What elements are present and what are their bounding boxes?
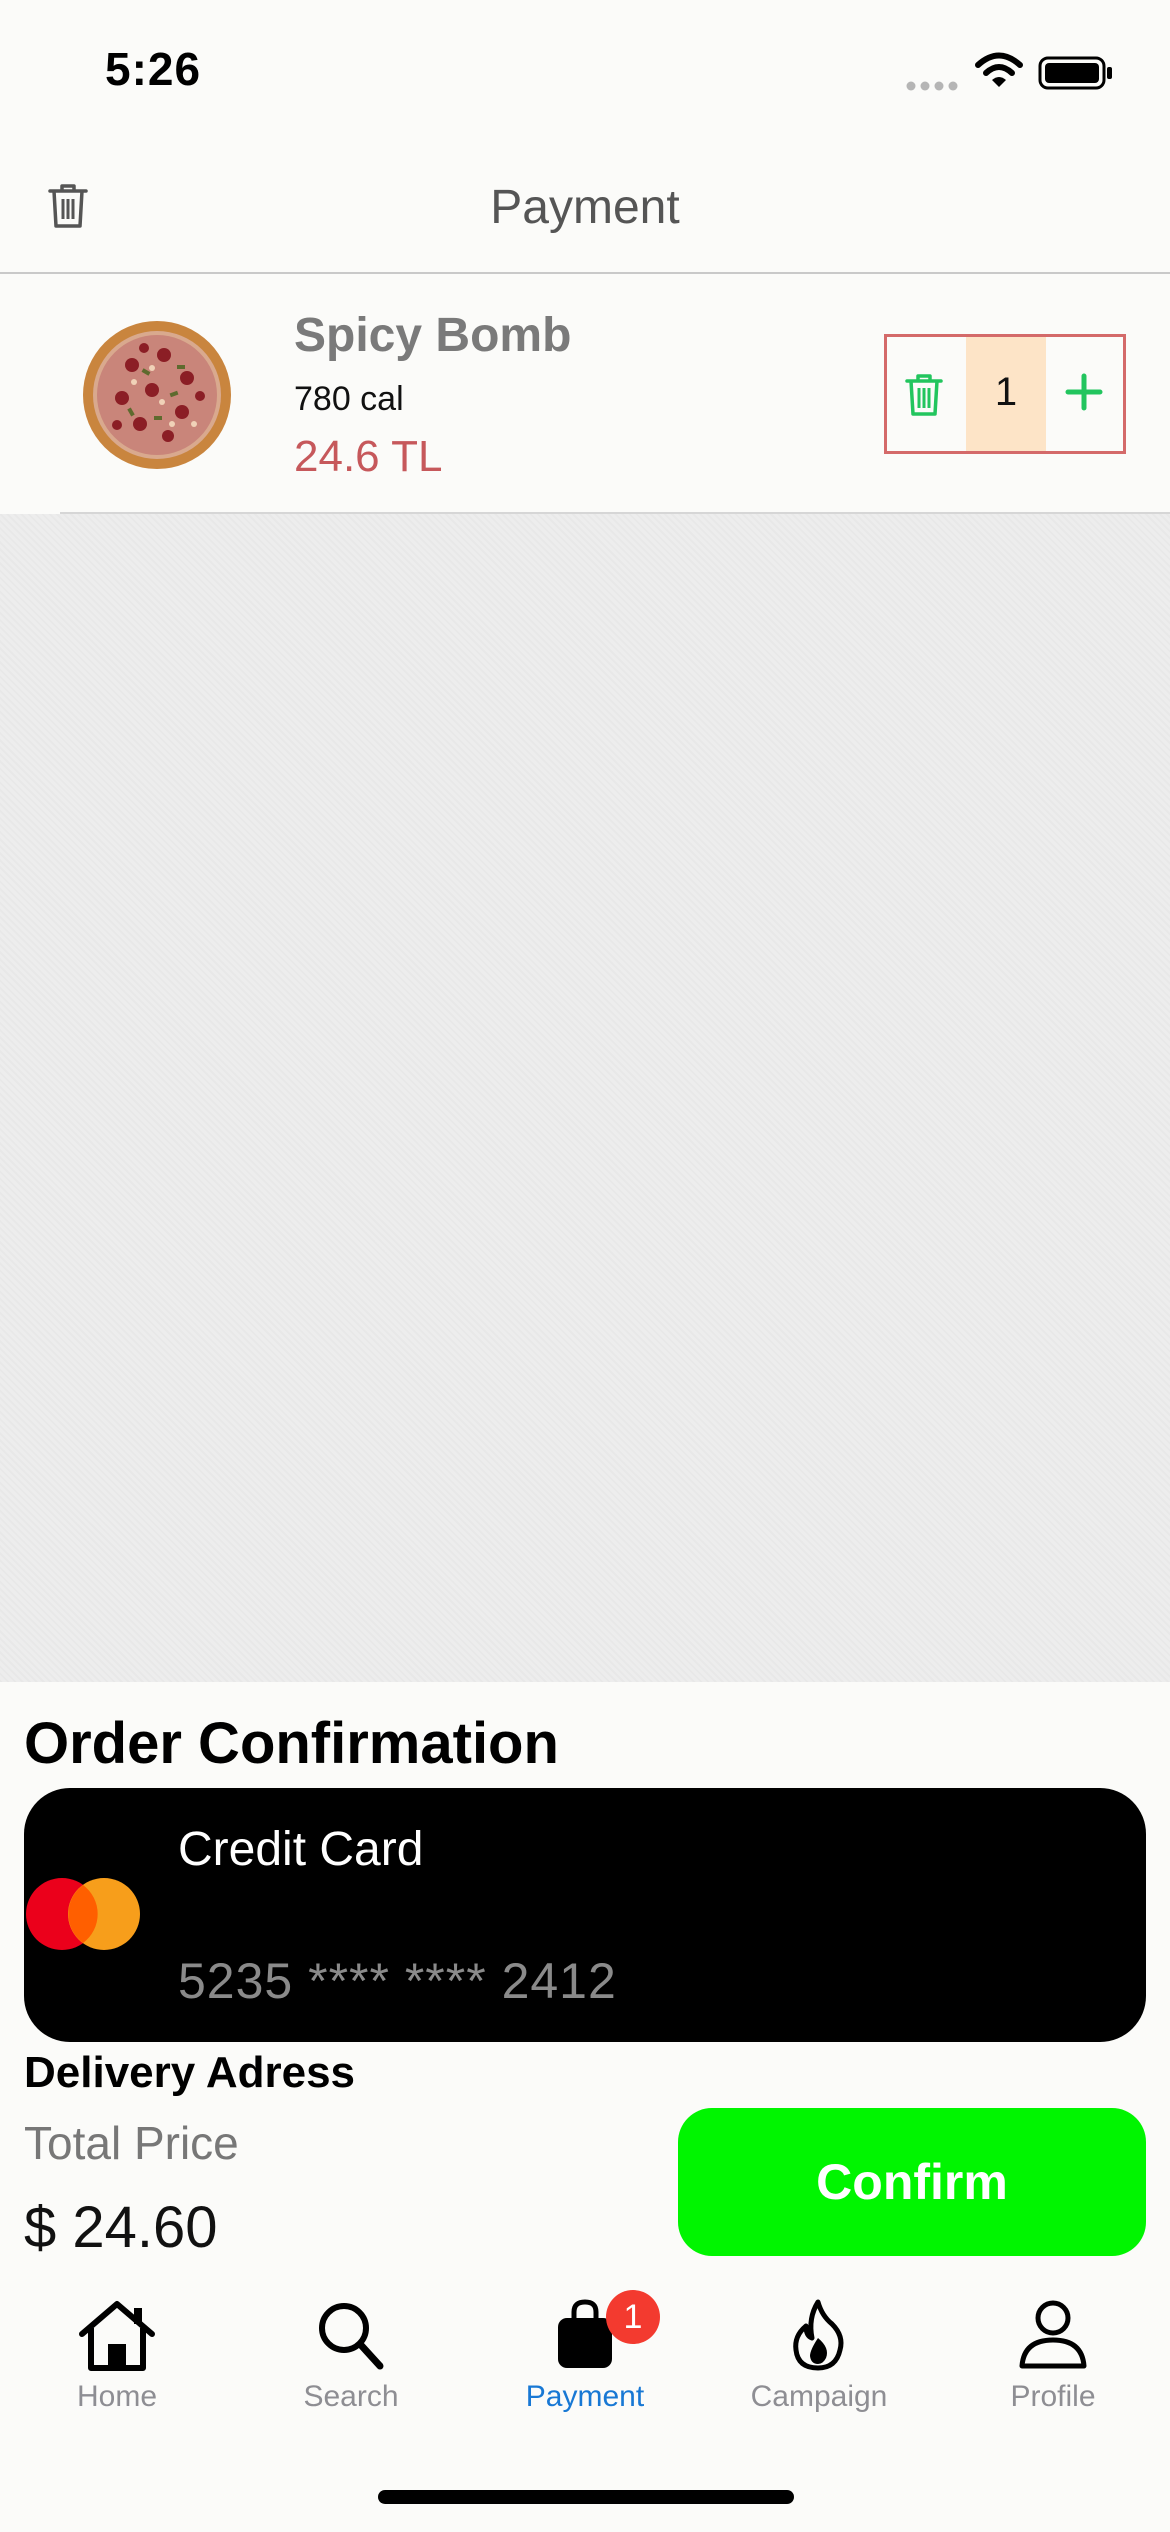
item-calories: 780 cal — [294, 380, 404, 418]
status-time: 5:26 — [105, 43, 202, 95]
battery-icon — [1038, 56, 1112, 90]
mastercard-icon — [26, 1878, 140, 1950]
tab-profile-label: Profile — [1010, 2380, 1096, 2413]
total-price-value: $ 24.60 — [24, 2195, 218, 2260]
card-number: 5235 **** **** 2412 — [178, 1953, 617, 2009]
tab-profile[interactable]: Profile — [936, 2290, 1170, 2440]
tab-campaign[interactable]: Campaign — [702, 2290, 936, 2440]
tab-search-label: Search — [303, 2380, 399, 2413]
tab-payment[interactable]: Payment — [468, 2290, 702, 2440]
tab-home-label: Home — [76, 2380, 158, 2413]
cart-list-empty-area — [0, 514, 1170, 1682]
wifi-icon — [975, 52, 1023, 87]
tab-payment-label: Payment — [525, 2380, 645, 2413]
confirm-button[interactable]: Confirm — [678, 2108, 1146, 2256]
home-icon — [79, 2301, 155, 2371]
page-title: Payment — [490, 181, 680, 234]
remove-item-trash-icon[interactable] — [902, 372, 946, 418]
tab-home[interactable]: Home — [0, 2290, 234, 2440]
total-price-label: Total Price — [24, 2117, 239, 2169]
pizza-image — [83, 321, 231, 469]
plus-icon[interactable] — [1064, 372, 1104, 412]
flame-icon — [793, 2299, 844, 2371]
search-icon — [319, 2303, 384, 2370]
signal-icon — [906, 81, 958, 91]
card-title: Credit Card — [178, 1823, 424, 1876]
home-indicator[interactable] — [378, 2490, 794, 2504]
delivery-address-label[interactable]: Delivery Adress — [24, 2048, 355, 2098]
profile-icon — [1019, 2300, 1087, 2369]
item-price: 24.6 TL — [294, 432, 443, 481]
quantity-value: 1 — [994, 370, 1018, 414]
payment-badge: 1 — [606, 2290, 660, 2344]
item-name: Spicy Bomb — [294, 309, 572, 362]
tab-campaign-label: Campaign — [750, 2380, 888, 2413]
order-confirmation-heading: Order Confirmation — [24, 1711, 559, 1776]
tab-search[interactable]: Search — [234, 2290, 468, 2440]
